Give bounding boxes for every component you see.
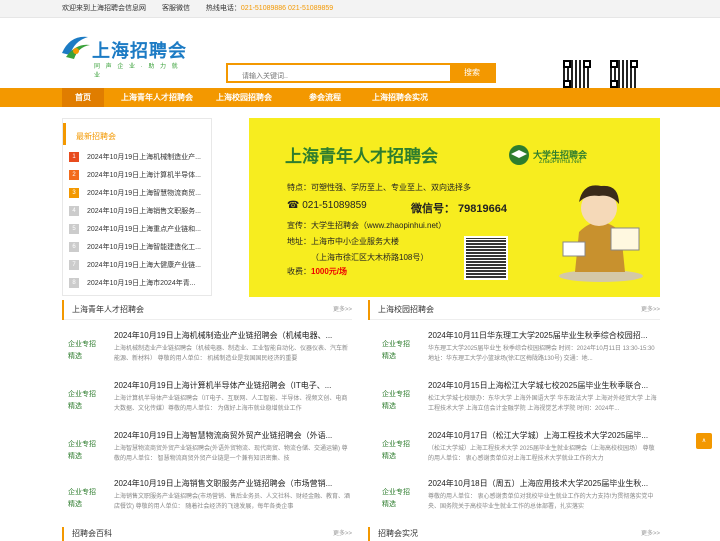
svg-text:企业专招: 企业专招 xyxy=(382,487,410,496)
list-item[interactable]: 5 2024年10月19日上海重点产业链和... xyxy=(69,221,211,239)
graduation-cap-icon xyxy=(509,145,529,165)
banner-qr-code-icon xyxy=(464,236,508,280)
list-item[interactable]: 企业专招 精选 2024年10月11日华东理工大学2025届毕业生秋季综合校园招.… xyxy=(376,326,660,376)
banner-slide[interactable]: 上海青年人才招聘会 大学生招聘会 ZhaoPinHui.Net 特点：可塑性强、… xyxy=(249,118,660,297)
svg-text:企业专招: 企业专招 xyxy=(68,439,96,448)
fair-thumbnail-icon: 企业专招 精选 xyxy=(380,482,416,512)
list-item[interactable]: 企业专招 精选 2024年10月19日上海智慧物流商贸外贸产业链招聘会（外语...… xyxy=(62,426,352,476)
svg-text:精选: 精选 xyxy=(68,401,82,410)
latest-fairs-panel: 最新招聘会 1 2024年10月19日上海机械制造业产... 2 2024年10月1… xyxy=(62,118,212,296)
search-box: 搜索 xyxy=(226,63,496,85)
more-link[interactable]: 更多>> xyxy=(333,527,352,541)
fair-thumbnail-icon: 企业专招 精选 xyxy=(66,482,102,512)
svg-text:精选: 精选 xyxy=(382,401,396,410)
banner-address: 地址：上海市中小企业服务大楼 xyxy=(287,237,399,246)
hotline-label: 热线电话： xyxy=(205,5,241,12)
fair-thumbnail-icon: 企业专招 精选 xyxy=(380,434,416,464)
list-item[interactable]: 企业专招 精选 2024年10月17日（松江大学城）上海工程技术大学2025届毕.… xyxy=(376,426,660,476)
nav-process[interactable]: 参会流程 xyxy=(300,88,350,107)
banner-feature: 特点：可塑性强、学历至上、专业至上、双向选择多 xyxy=(287,183,471,192)
list-item[interactable]: 企业专招 精选 2024年10月19日上海机械制造业产业链招聘会（机械电器、...… xyxy=(62,326,352,376)
fair-thumbnail-icon: 企业专招 精选 xyxy=(380,384,416,414)
svg-text:企业专招: 企业专招 xyxy=(68,487,96,496)
header: 上海招聘会 同 声 企 业 · 助 力 就 业 搜索 xyxy=(0,18,720,88)
section-header-fair-wiki: 招聘会百科 更多>> xyxy=(62,527,352,541)
nav-fair-live[interactable]: 上海招聘会实况 xyxy=(362,88,438,107)
list-item[interactable]: 4 2024年10月19日上海销售文职服务... xyxy=(69,203,211,221)
banner-fee: 收费：1000元/场 xyxy=(287,267,348,276)
list-item[interactable]: 1 2024年10月19日上海机械制造业产... xyxy=(69,149,211,167)
list-item[interactable]: 8 2024年10月19日上海市2024年青... xyxy=(69,275,211,293)
svg-text:精选: 精选 xyxy=(382,499,396,508)
svg-text:企业专招: 企业专招 xyxy=(382,339,410,348)
svg-text:精选: 精选 xyxy=(68,451,82,460)
more-link[interactable]: 更多>> xyxy=(641,527,660,541)
qr-code-icon xyxy=(610,60,638,88)
banner-site: 宣传：大学生招聘会（www.zhaopinhui.net） xyxy=(287,221,447,230)
list-item[interactable]: 2 2024年10月19日上海计算机半导体... xyxy=(69,167,211,185)
hotline-number: 021-51089886 021-51089859 xyxy=(240,5,334,12)
svg-text:精选: 精选 xyxy=(68,499,82,508)
list-item[interactable]: 企业专招 精选 2024年10月18日（周五）上海应用技术大学2025届毕业生秋.… xyxy=(376,474,660,524)
svg-text:企业专招: 企业专招 xyxy=(68,389,96,398)
svg-text:精选: 精选 xyxy=(382,451,396,460)
banner-title: 上海青年人才招聘会 xyxy=(285,147,438,166)
fair-thumbnail-icon: 企业专招 精选 xyxy=(66,384,102,414)
main-nav: 首页 上海青年人才招聘会 上海校园招聘会 参会流程 上海招聘会实况 xyxy=(0,88,720,107)
more-link[interactable]: 更多>> xyxy=(333,300,352,320)
search-button[interactable]: 搜索 xyxy=(450,65,494,81)
more-link[interactable]: 更多>> xyxy=(641,300,660,320)
svg-text:企业专招: 企业专招 xyxy=(382,389,410,398)
svg-text:精选: 精选 xyxy=(68,351,82,360)
logo-swirl-icon xyxy=(62,36,90,59)
section-title: 上海校园招聘会 xyxy=(368,300,660,320)
svg-text:企业专招: 企业专招 xyxy=(68,339,96,348)
site-logo[interactable]: 上海招聘会 同 声 企 业 · 助 力 就 业 xyxy=(60,33,190,81)
phone-icon: ☎ xyxy=(287,200,303,211)
section-header-youth-fair: 上海青年人才招聘会 更多>> xyxy=(62,300,352,320)
qr-code-icon xyxy=(563,60,591,88)
section-title: 上海青年人才招聘会 xyxy=(62,300,352,320)
student-illustration-icon xyxy=(559,185,643,282)
banner-address-detail: （上海市徐汇区大木桥路108号） xyxy=(311,253,429,262)
latest-fairs-title: 最新招聘会 xyxy=(63,123,211,145)
section-header-campus-fair: 上海校园招聘会 更多>> xyxy=(368,300,660,320)
svg-text:精选: 精选 xyxy=(382,351,396,360)
fair-thumbnail-icon: 企业专招 精选 xyxy=(66,334,102,364)
banner-phone: ☎ 021-51089859 xyxy=(287,200,367,211)
list-item[interactable]: 6 2024年10月19日上海智能建造化工... xyxy=(69,239,211,257)
banner-wechat: 微信号： 79819664 xyxy=(411,203,507,215)
nav-youth-fair[interactable]: 上海青年人才招聘会 xyxy=(114,88,200,107)
list-item[interactable]: 企业专招 精选 2024年10月15日上海松江大学城七校2025届毕业生秋季联合.… xyxy=(376,376,660,426)
fair-thumbnail-icon: 企业专招 精选 xyxy=(66,434,102,464)
logo-slogan: 同 声 企 业 · 助 力 就 业 xyxy=(94,64,180,79)
top-bar: 欢迎来到上海招聘会信息网 客服微信 热线电话：021-51089886 021-… xyxy=(0,0,720,18)
logo-name: 上海招聘会 xyxy=(92,41,187,61)
banner-logo: 大学生招聘会 ZhaoPinHui.Net xyxy=(507,144,603,166)
list-item[interactable]: 企业专招 精选 2024年10月19日上海计算机半导体产业链招聘会（IT电子、..… xyxy=(62,376,352,426)
list-item[interactable]: 7 2024年10月19日上海大健康产业链... xyxy=(69,257,211,275)
back-to-top-button[interactable]: ∧ xyxy=(696,433,712,449)
nav-home[interactable]: 首页 xyxy=(62,88,104,107)
list-item[interactable]: 3 2024年10月19日上海智慧物流商贸... xyxy=(69,185,211,203)
nav-campus-fair[interactable]: 上海校园招聘会 xyxy=(202,88,286,107)
list-item[interactable]: 企业专招 精选 2024年10月19日上海销售文职服务产业链招聘会（市场营销...… xyxy=(62,474,352,524)
fair-thumbnail-icon: 企业专招 精选 xyxy=(380,334,416,364)
svg-text:企业专招: 企业专招 xyxy=(382,439,410,448)
service-link[interactable]: 客服微信 xyxy=(162,5,190,12)
welcome-text: 欢迎来到上海招聘会信息网 xyxy=(62,5,146,12)
section-header-fair-live: 招聘会实况 更多>> xyxy=(368,527,660,541)
search-input[interactable] xyxy=(228,68,450,85)
